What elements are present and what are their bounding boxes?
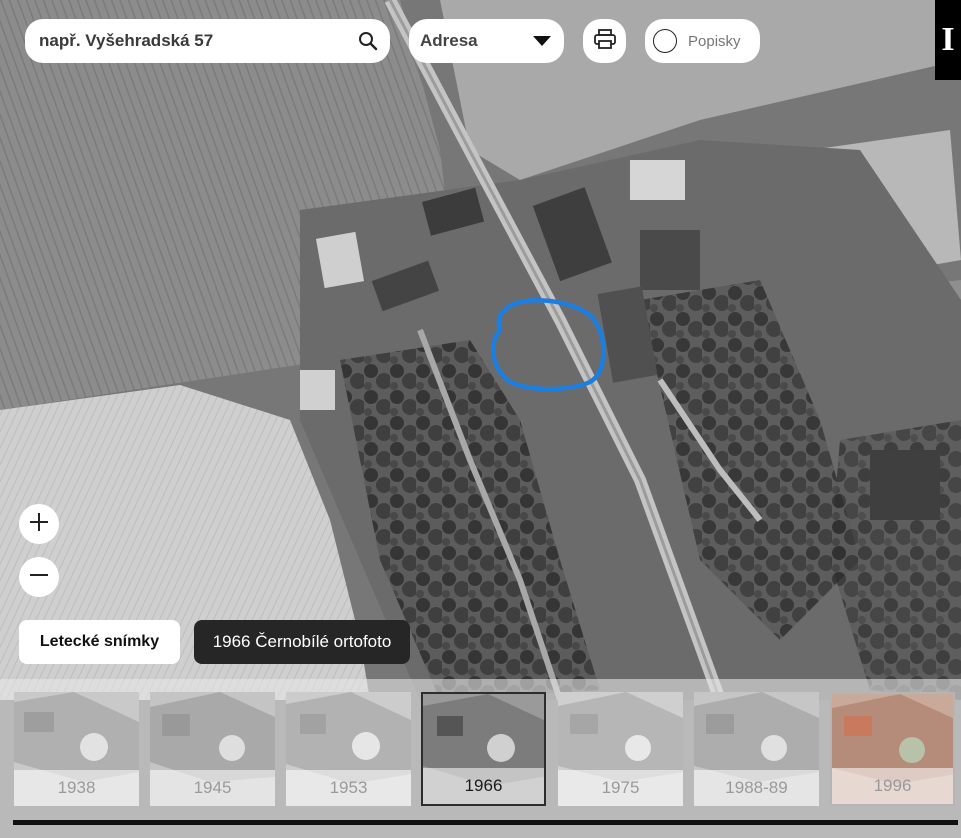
timeline-year-label: 1953 (286, 770, 411, 806)
radio-icon[interactable] (653, 29, 677, 53)
timeline-thumb-1996[interactable]: 1996 (830, 692, 955, 806)
aerial-photos-button[interactable]: Letecké snímky (19, 620, 180, 664)
timeline-thumb-1945[interactable]: 1945 (150, 692, 275, 806)
search-icon[interactable] (356, 29, 380, 53)
plus-icon (29, 512, 49, 537)
timeline-year-label: 1966 (423, 768, 544, 804)
search-input[interactable] (37, 30, 356, 52)
timeline-year-label: 1988-89 (694, 770, 819, 806)
year-timeline: 1938 1945 1953 1966 1975 1988-89 1996 (0, 679, 961, 838)
print-button[interactable] (583, 19, 626, 63)
zoom-in-button[interactable] (19, 504, 59, 544)
printer-icon (593, 28, 616, 54)
timeline-thumb-1953[interactable]: 1953 (286, 692, 411, 806)
current-layer-label: 1966 Černobílé ortofoto (194, 620, 410, 664)
search-type-select[interactable]: Adresa (409, 19, 564, 63)
search-type-value: Adresa (420, 31, 478, 50)
minus-icon (29, 565, 49, 590)
caret-down-icon (533, 31, 551, 51)
labels-toggle[interactable]: Popisky (645, 19, 760, 63)
timeline-year-label: 1938 (14, 770, 139, 806)
zoom-out-button[interactable] (19, 557, 59, 597)
labels-toggle-label: Popisky (688, 32, 741, 50)
timeline-thumb-1938[interactable]: 1938 (14, 692, 139, 806)
timeline-thumb-1988-89[interactable]: 1988-89 (694, 692, 819, 806)
timeline-year-label: 1996 (832, 768, 953, 804)
info-corner-button[interactable]: I (935, 0, 961, 80)
timeline-year-label: 1945 (150, 770, 275, 806)
address-search-box[interactable] (25, 19, 390, 63)
timeline-year-label: 1975 (558, 770, 683, 806)
timeline-thumb-1975[interactable]: 1975 (558, 692, 683, 806)
timeline-slider-track[interactable] (13, 820, 958, 825)
timeline-thumb-1966[interactable]: 1966 (421, 692, 546, 806)
